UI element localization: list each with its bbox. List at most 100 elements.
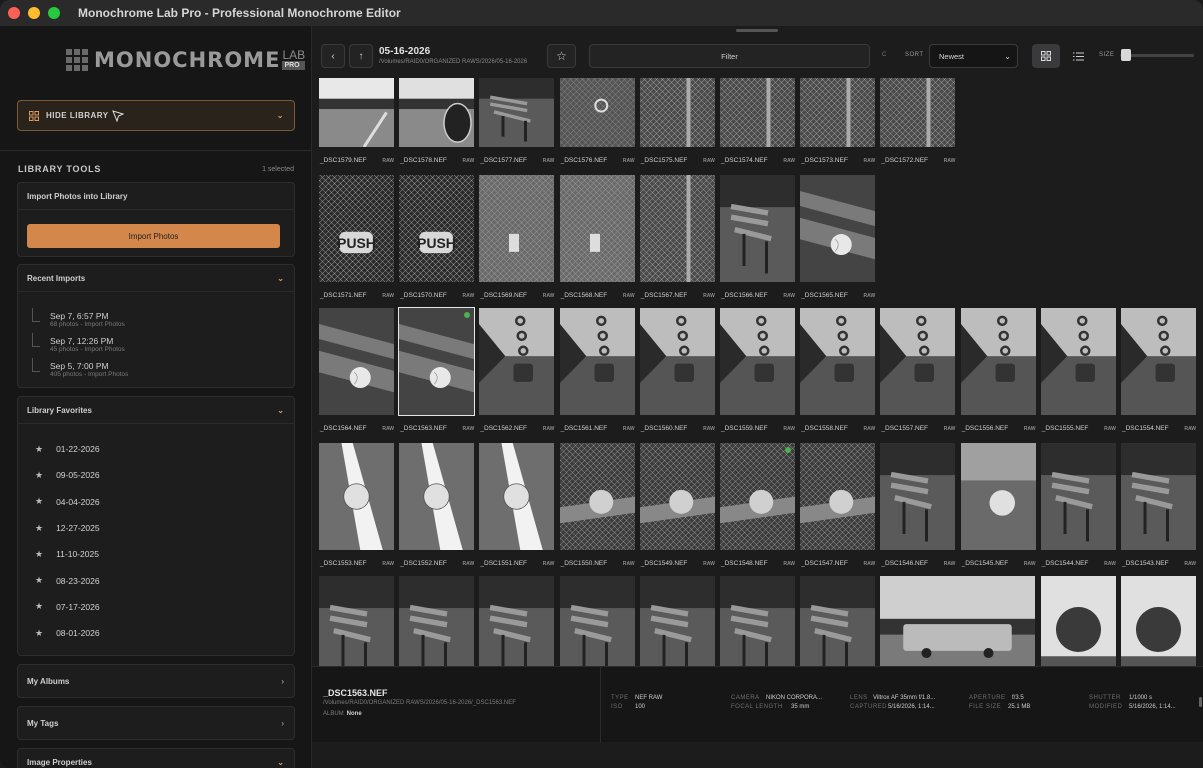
photo-tile[interactable]: _DSC1564.NEF RAW xyxy=(319,308,394,432)
photo-thumbnail[interactable] xyxy=(399,78,475,147)
favorite-item[interactable]: ★ 01-22-2026 xyxy=(18,436,294,462)
photo-tile[interactable] xyxy=(399,576,475,666)
photo-tile[interactable] xyxy=(720,576,795,666)
photo-tile[interactable]: _DSC1565.NEF RAW xyxy=(800,175,876,299)
photo-tile[interactable]: _DSC1576.NEF RAW xyxy=(559,78,635,164)
my-albums-panel[interactable]: My Albums › xyxy=(17,664,295,698)
photo-tile[interactable]: _DSC1559.NEF RAW xyxy=(720,308,795,432)
photo-thumbnail[interactable] xyxy=(720,443,795,550)
photo-thumbnail[interactable] xyxy=(880,78,956,147)
favorite-item[interactable]: ★ 09-05-2026 xyxy=(18,462,294,488)
photo-tile[interactable]: _DSC1572.NEF RAW xyxy=(880,78,956,164)
photo-thumbnail[interactable] xyxy=(800,308,876,415)
photo-tile[interactable]: _DSC1579.NEF RAW xyxy=(319,78,394,164)
recent-imports-header[interactable]: Recent Imports ⌄ xyxy=(18,265,294,292)
photo-tile[interactable] xyxy=(639,576,715,666)
photo-tile[interactable] xyxy=(880,576,1036,666)
photo-tile[interactable]: _DSC1543.NEF RAW xyxy=(1121,443,1196,567)
photo-thumbnail[interactable] xyxy=(639,308,715,415)
photo-tile[interactable]: _DSC1555.NEF RAW xyxy=(1040,308,1116,432)
photo-thumbnail[interactable] xyxy=(800,78,876,147)
photo-thumbnail[interactable] xyxy=(479,78,555,147)
photo-thumbnail[interactable] xyxy=(880,443,956,550)
favorite-item[interactable]: ★ 08-01-2026 xyxy=(18,620,294,646)
photo-tile[interactable]: _DSC1561.NEF RAW xyxy=(559,308,635,432)
photo-tile[interactable]: _DSC1548.NEF RAW xyxy=(720,443,795,567)
photo-tile[interactable]: _DSC1554.NEF RAW xyxy=(1121,308,1196,432)
back-button[interactable]: ‹ xyxy=(321,44,345,68)
photo-thumbnail[interactable] xyxy=(399,443,475,550)
photo-tile[interactable] xyxy=(559,576,635,666)
photo-thumbnail[interactable] xyxy=(720,308,795,415)
photo-tile[interactable]: _DSC1566.NEF RAW xyxy=(720,175,795,299)
photo-tile[interactable]: _DSC1563.NEF RAW xyxy=(398,307,476,432)
photo-thumbnail[interactable] xyxy=(880,308,956,415)
photo-thumbnail[interactable]: PUSH xyxy=(319,175,394,282)
photo-tile[interactable] xyxy=(319,576,394,666)
photo-tile[interactable]: _DSC1553.NEF RAW xyxy=(319,443,394,567)
photo-thumbnail[interactable] xyxy=(639,576,715,666)
photo-tile[interactable] xyxy=(1121,576,1196,666)
photo-thumbnail[interactable] xyxy=(319,576,394,666)
slider-knob[interactable] xyxy=(1121,49,1132,61)
import-photos-button[interactable]: Import Photos xyxy=(27,224,280,248)
photo-tile[interactable]: _DSC1549.NEF RAW xyxy=(639,443,715,567)
photo-thumbnail[interactable] xyxy=(639,443,715,550)
photo-thumbnail[interactable] xyxy=(800,175,876,282)
photo-thumbnail[interactable] xyxy=(720,175,795,282)
photo-thumbnail[interactable] xyxy=(960,443,1036,550)
photo-tile[interactable]: _DSC1577.NEF RAW xyxy=(479,78,555,164)
recent-import-item[interactable]: Sep 5, 7:00 PM 405 photos - Import Photo… xyxy=(18,358,294,383)
photo-tile[interactable]: _DSC1562.NEF RAW xyxy=(479,308,555,432)
list-view-button[interactable] xyxy=(1064,44,1092,68)
photo-thumbnail[interactable] xyxy=(559,308,635,415)
photo-thumbnail[interactable] xyxy=(479,175,555,282)
photo-tile[interactable] xyxy=(800,576,876,666)
my-tags-panel[interactable]: My Tags › xyxy=(17,706,295,740)
favorite-item[interactable]: ★ 07-17-2026 xyxy=(18,594,294,620)
photo-thumbnail[interactable] xyxy=(800,576,876,666)
photo-tile[interactable]: _DSC1574.NEF RAW xyxy=(720,78,795,164)
favorite-item[interactable]: ★ 11-10-2025 xyxy=(18,541,294,567)
photo-thumbnail[interactable] xyxy=(800,443,876,550)
photo-tile[interactable]: _DSC1550.NEF RAW xyxy=(559,443,635,567)
parent-folder-button[interactable]: ↑ xyxy=(349,44,373,68)
photo-tile[interactable]: _DSC1557.NEF RAW xyxy=(880,308,956,432)
favorite-item[interactable]: ★ 12-27-2025 xyxy=(18,515,294,541)
library-favorites-header[interactable]: Library Favorites ⌄ xyxy=(18,397,294,424)
photo-thumbnail[interactable] xyxy=(319,308,394,415)
photo-thumbnail[interactable] xyxy=(319,443,394,550)
photo-thumbnail[interactable] xyxy=(1040,443,1116,550)
filter-button[interactable]: Filter xyxy=(589,44,870,68)
photo-thumbnail[interactable] xyxy=(399,576,475,666)
minimize-window-button[interactable] xyxy=(28,7,40,19)
photo-tile[interactable]: _DSC1547.NEF RAW xyxy=(800,443,876,567)
photo-thumbnail[interactable] xyxy=(960,308,1036,415)
favorite-folder-button[interactable]: ☆ xyxy=(547,44,576,68)
photo-tile[interactable]: PUSH _DSC1571.NEF RAW xyxy=(319,175,394,299)
photo-tile[interactable]: _DSC1546.NEF RAW xyxy=(880,443,956,567)
photo-tile[interactable]: _DSC1575.NEF RAW xyxy=(639,78,715,164)
photo-tile[interactable]: _DSC1560.NEF RAW xyxy=(639,308,715,432)
thumbnail-size-slider[interactable] xyxy=(1120,49,1194,61)
photo-thumbnail[interactable] xyxy=(880,576,1036,666)
photo-tile[interactable]: _DSC1551.NEF RAW xyxy=(479,443,555,567)
recent-import-item[interactable]: Sep 7, 6:57 PM 68 photos - Import Photos xyxy=(18,308,294,333)
favorite-item[interactable]: ★ 04-04-2026 xyxy=(18,489,294,515)
photo-tile[interactable]: _DSC1545.NEF RAW xyxy=(960,443,1036,567)
photo-tile[interactable] xyxy=(1040,576,1116,666)
favorite-item[interactable]: ★ 08-23-2026 xyxy=(18,567,294,593)
photo-tile[interactable]: _DSC1568.NEF RAW xyxy=(559,175,635,299)
photo-thumbnail[interactable] xyxy=(479,576,555,666)
sort-select[interactable]: Newest ⌄ xyxy=(929,44,1018,68)
info-scrollbar[interactable] xyxy=(1199,697,1202,707)
photo-thumbnail[interactable] xyxy=(720,78,795,147)
photo-tile[interactable]: _DSC1567.NEF RAW xyxy=(639,175,715,299)
close-window-button[interactable] xyxy=(8,7,20,19)
photo-thumbnail[interactable] xyxy=(398,307,476,416)
photo-thumbnail[interactable] xyxy=(1040,308,1116,415)
photo-thumbnail[interactable] xyxy=(1121,443,1196,550)
photo-thumbnail[interactable]: PUSH xyxy=(399,175,475,282)
photo-tile[interactable]: _DSC1544.NEF RAW xyxy=(1040,443,1116,567)
photo-thumbnail[interactable] xyxy=(319,78,394,147)
